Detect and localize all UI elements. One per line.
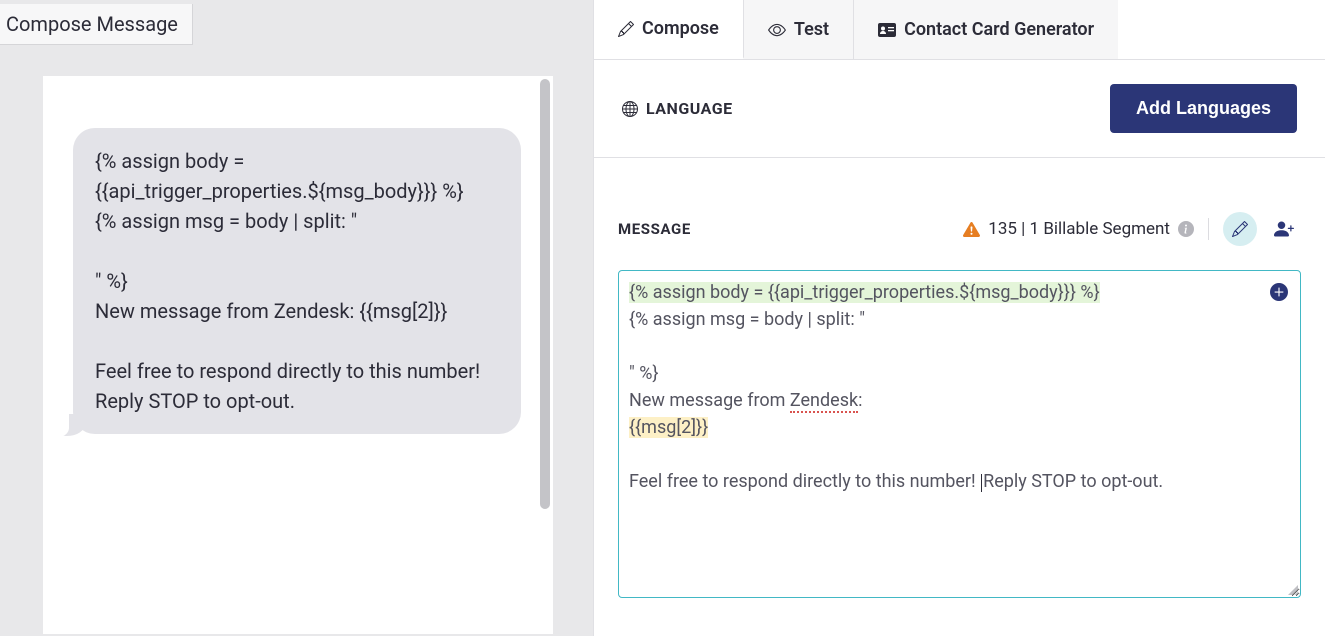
editor-line-5-pre: New message from [629,390,790,411]
text-cursor [981,474,982,492]
add-languages-button[interactable]: Add Languages [1110,84,1297,133]
editor-line-6: {{msg[2]}} [629,417,708,438]
separator [1208,218,1209,240]
billable-segment-text: 135 | 1 Billable Segment [988,219,1170,239]
language-label: LANGUAGE [622,99,733,118]
tab-compose-label: Compose [642,18,719,39]
add-languages-button-label: Add Languages [1136,98,1271,118]
info-icon[interactable] [1178,221,1194,237]
pencil-icon [618,21,634,37]
id-card-icon [878,22,896,38]
warning-icon [963,221,980,238]
sms-preview-bubble: {% assign body = {{api_trigger_propertie… [73,128,521,434]
message-editor[interactable]: {% assign body = {{api_trigger_propertie… [618,270,1301,598]
tab-compose[interactable]: Compose [594,0,744,59]
pencil-icon [1232,221,1248,237]
editor-content: {% assign body = {{api_trigger_propertie… [629,279,1290,495]
editor-panel: Compose Test Contact Card Generator LANG… [593,0,1325,636]
language-label-text: LANGUAGE [646,99,733,118]
message-section: MESSAGE 135 | 1 Billable Segment {% [594,158,1325,598]
editor-line-4: " %} [629,363,659,384]
globe-icon [622,101,638,117]
resize-handle[interactable] [1288,585,1298,595]
tabs-bar: Compose Test Contact Card Generator [594,0,1325,60]
plus-circle-icon[interactable] [1270,283,1288,301]
tab-test-label: Test [794,19,829,40]
person-plus-icon [1274,219,1294,239]
add-person-button[interactable] [1267,212,1301,246]
message-meta: 135 | 1 Billable Segment [963,212,1301,246]
tab-test[interactable]: Test [744,0,854,59]
preview-panel: Compose Message {% assign body = {{api_t… [0,0,593,636]
billable-segment-info: 135 | 1 Billable Segment [963,219,1194,239]
editor-line-8-pre: Feel free to respond directly to this nu… [629,471,980,492]
editor-line-1: {% assign body = {{api_trigger_propertie… [629,282,1100,303]
message-label: MESSAGE [618,220,691,238]
tab-contact-card-label: Contact Card Generator [904,19,1094,40]
editor-line-2: {% assign msg = body | split: " [629,309,865,330]
eye-icon [768,21,786,39]
preview-scrollbar[interactable] [540,79,550,509]
compose-message-title: Compose Message [0,4,193,45]
compose-message-title-label: Compose Message [6,12,178,36]
editor-line-5-mid: Zendesk [790,390,858,413]
editor-line-5-post: : [858,390,862,411]
sms-preview-text: {% assign body = {{api_trigger_propertie… [95,149,485,413]
editor-line-8-post: Reply STOP to opt-out. [983,471,1163,492]
sms-preview-container: {% assign body = {{api_trigger_propertie… [42,75,554,635]
edit-message-button[interactable] [1223,212,1257,246]
message-header: MESSAGE 135 | 1 Billable Segment [618,212,1301,246]
language-row: LANGUAGE Add Languages [594,60,1325,158]
tab-contact-card[interactable]: Contact Card Generator [854,0,1118,59]
